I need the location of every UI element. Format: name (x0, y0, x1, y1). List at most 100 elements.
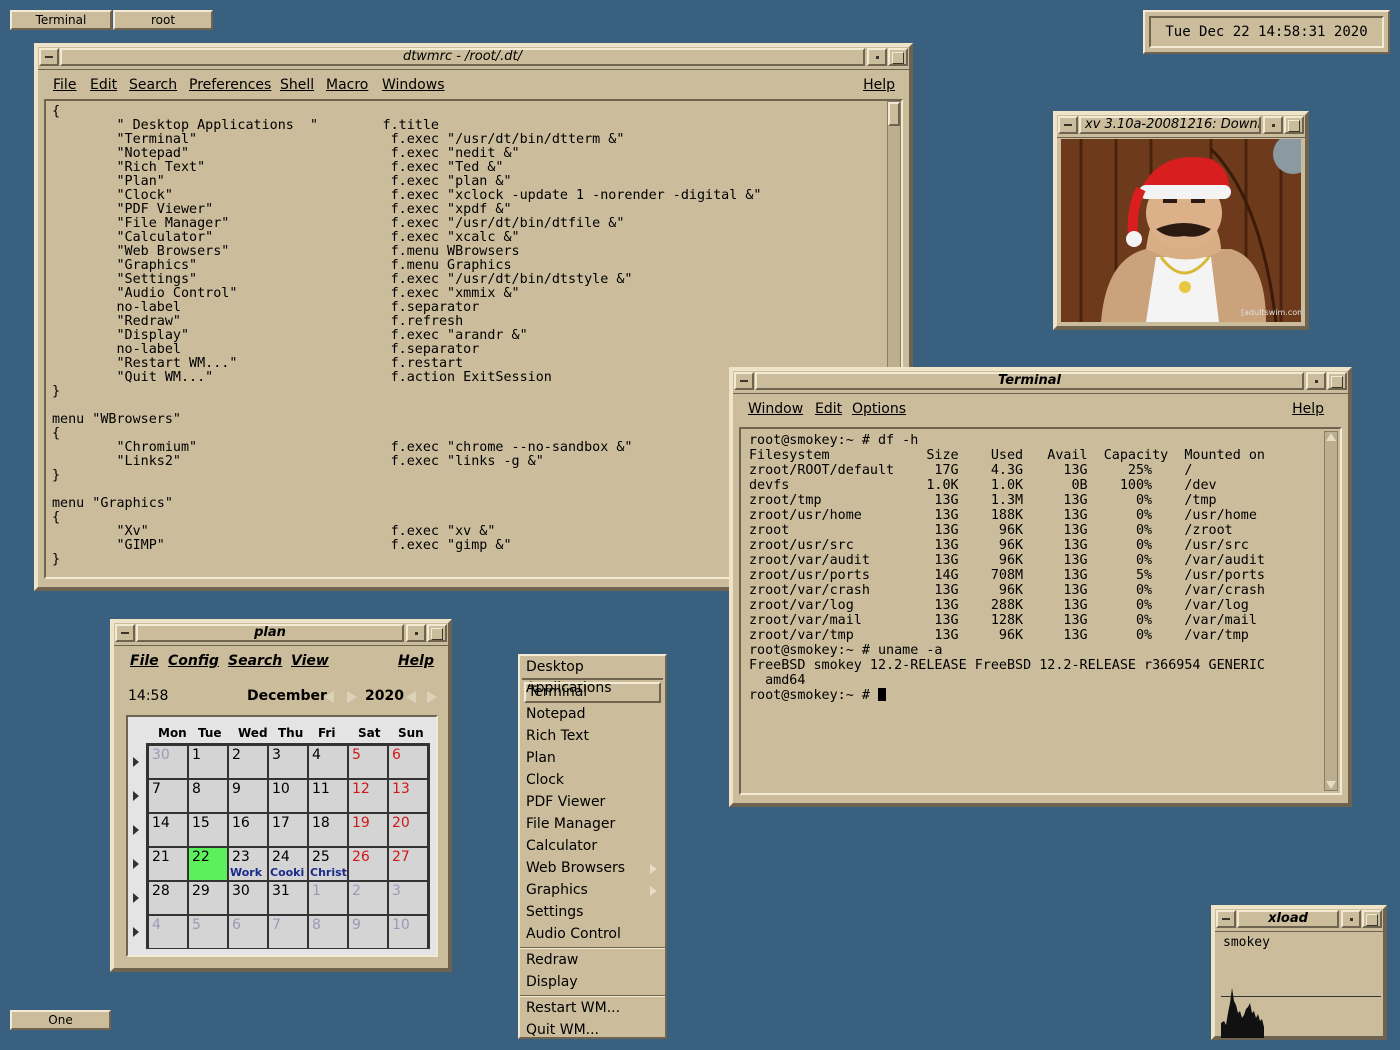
menu-item-pdf-viewer[interactable]: PDF Viewer (524, 792, 661, 813)
menu-item-web-browsers[interactable]: Web Browsers (524, 858, 661, 879)
plan-titlebar[interactable]: plan (114, 623, 448, 646)
appointment-label[interactable]: Work (230, 866, 267, 879)
day-cell[interactable]: 24 Cooki (269, 848, 307, 880)
next-month-icon[interactable] (347, 691, 357, 703)
week-select-icon[interactable] (133, 757, 139, 767)
menu-item-audio-control[interactable]: Audio Control (524, 924, 661, 945)
day-cell[interactable]: 31 (269, 882, 307, 914)
menu-preferences[interactable]: Preferences (189, 73, 271, 97)
terminal-titlebar[interactable]: Terminal (733, 371, 1348, 394)
window-menu-button[interactable] (1058, 116, 1078, 134)
week-select-icon[interactable] (133, 859, 139, 869)
day-cell[interactable]: 8 (309, 916, 347, 948)
menu-item-clock[interactable]: Clock (524, 770, 661, 791)
maximize-button[interactable] (1284, 116, 1304, 134)
menu-item-redraw[interactable]: Redraw (524, 950, 661, 971)
scroll-down-icon[interactable] (1326, 781, 1336, 789)
menu-edit[interactable]: Edit (90, 73, 117, 97)
day-cell[interactable]: 25 Christ (309, 848, 347, 880)
plan-title[interactable]: plan (136, 624, 404, 642)
menu-item-plan[interactable]: Plan (524, 748, 661, 769)
week-select-icon[interactable] (133, 825, 139, 835)
root-task-button[interactable]: root (113, 10, 213, 30)
menu-macro[interactable]: Macro (326, 73, 368, 97)
day-cell[interactable]: 7 (269, 916, 307, 948)
minimize-button[interactable] (1263, 116, 1283, 134)
day-cell[interactable]: 12 (349, 780, 387, 812)
menu-config[interactable]: Config (168, 649, 219, 673)
day-cell[interactable]: 9 (349, 916, 387, 948)
week-select-icon[interactable] (133, 927, 139, 937)
day-cell[interactable]: 8 (189, 780, 227, 812)
editor-scroll-thumb[interactable] (888, 102, 900, 126)
day-cell[interactable]: 9 (229, 780, 267, 812)
menu-item-settings[interactable]: Settings (524, 902, 661, 923)
day-cell[interactable]: 30 (149, 746, 187, 778)
day-cell[interactable]: 27 (389, 848, 427, 880)
menu-file[interactable]: File (130, 649, 159, 673)
today-cell[interactable]: 22 (189, 848, 227, 880)
day-cell[interactable]: 5 (189, 916, 227, 948)
day-cell[interactable]: 15 (189, 814, 227, 846)
window-menu-button[interactable] (39, 48, 59, 66)
day-cell[interactable]: 4 (149, 916, 187, 948)
maximize-button[interactable] (1362, 910, 1382, 928)
terminal-title[interactable]: Terminal (755, 372, 1304, 390)
day-cell[interactable]: 6 (229, 916, 267, 948)
minimize-button[interactable] (406, 624, 426, 642)
week-select-icon[interactable] (133, 791, 139, 801)
maximize-button[interactable] (888, 48, 908, 66)
day-cell[interactable]: 19 (349, 814, 387, 846)
scroll-up-icon[interactable] (1326, 433, 1336, 441)
menu-item-graphics[interactable]: Graphics (524, 880, 661, 901)
day-cell[interactable]: 10 (389, 916, 427, 948)
workspace-one-button[interactable]: One (10, 1010, 111, 1030)
menu-help[interactable]: Help (1292, 397, 1324, 421)
window-menu-button[interactable] (734, 372, 754, 390)
menu-shell[interactable]: Shell (280, 73, 314, 97)
next-year-icon[interactable] (427, 691, 437, 703)
day-cell[interactable]: 1 (189, 746, 227, 778)
day-cell[interactable]: 10 (269, 780, 307, 812)
day-cell[interactable]: 3 (269, 746, 307, 778)
menu-item-restart-wm[interactable]: Restart WM... (524, 998, 661, 1019)
day-cell[interactable]: 7 (149, 780, 187, 812)
menu-item-display[interactable]: Display (524, 972, 661, 993)
menu-item-file-manager[interactable]: File Manager (524, 814, 661, 835)
day-cell[interactable]: 4 (309, 746, 347, 778)
menu-options[interactable]: Options (852, 397, 906, 421)
prev-year-icon[interactable] (406, 691, 416, 703)
xv-titlebar[interactable]: xv 3.10a-20081216: Downl (1057, 115, 1305, 138)
day-cell[interactable]: 26 (349, 848, 387, 880)
menu-view[interactable]: View (291, 649, 329, 673)
prev-month-icon[interactable] (324, 691, 334, 703)
editor-titlebar[interactable]: dtwmrc - /root/.dt/ (38, 47, 909, 70)
day-cell[interactable]: 2 (229, 746, 267, 778)
minimize-button[interactable] (867, 48, 887, 66)
terminal-scrollbar[interactable] (1324, 431, 1338, 791)
xv-title[interactable]: xv 3.10a-20081216: Downl (1079, 116, 1261, 134)
menu-help[interactable]: Help (863, 73, 895, 97)
editor-title[interactable]: dtwmrc - /root/.dt/ (60, 48, 865, 66)
menu-item-rich-text[interactable]: Rich Text (524, 726, 661, 747)
menu-windows[interactable]: Windows (382, 73, 445, 97)
menu-file[interactable]: File (53, 73, 76, 97)
day-cell[interactable]: 11 (309, 780, 347, 812)
week-select-icon[interactable] (133, 893, 139, 903)
maximize-button[interactable] (1327, 372, 1347, 390)
day-cell[interactable]: 23 Work (229, 848, 267, 880)
window-menu-button[interactable] (1216, 910, 1236, 928)
menu-item-notepad[interactable]: Notepad (524, 704, 661, 725)
day-cell[interactable]: 17 (269, 814, 307, 846)
menu-window[interactable]: Window (748, 397, 803, 421)
day-cell[interactable]: 21 (149, 848, 187, 880)
minimize-button[interactable] (1306, 372, 1326, 390)
day-cell[interactable]: 20 (389, 814, 427, 846)
terminal-text-area[interactable]: root@smokey:~ # df -h Filesystem Size Us… (739, 427, 1342, 795)
terminal-task-button[interactable]: Terminal (10, 10, 112, 30)
menu-item-quit-wm[interactable]: Quit WM... (524, 1020, 661, 1041)
day-cell[interactable]: 14 (149, 814, 187, 846)
day-cell[interactable]: 3 (389, 882, 427, 914)
minimize-button[interactable] (1341, 910, 1361, 928)
menu-item-terminal[interactable]: Terminal (524, 682, 661, 703)
